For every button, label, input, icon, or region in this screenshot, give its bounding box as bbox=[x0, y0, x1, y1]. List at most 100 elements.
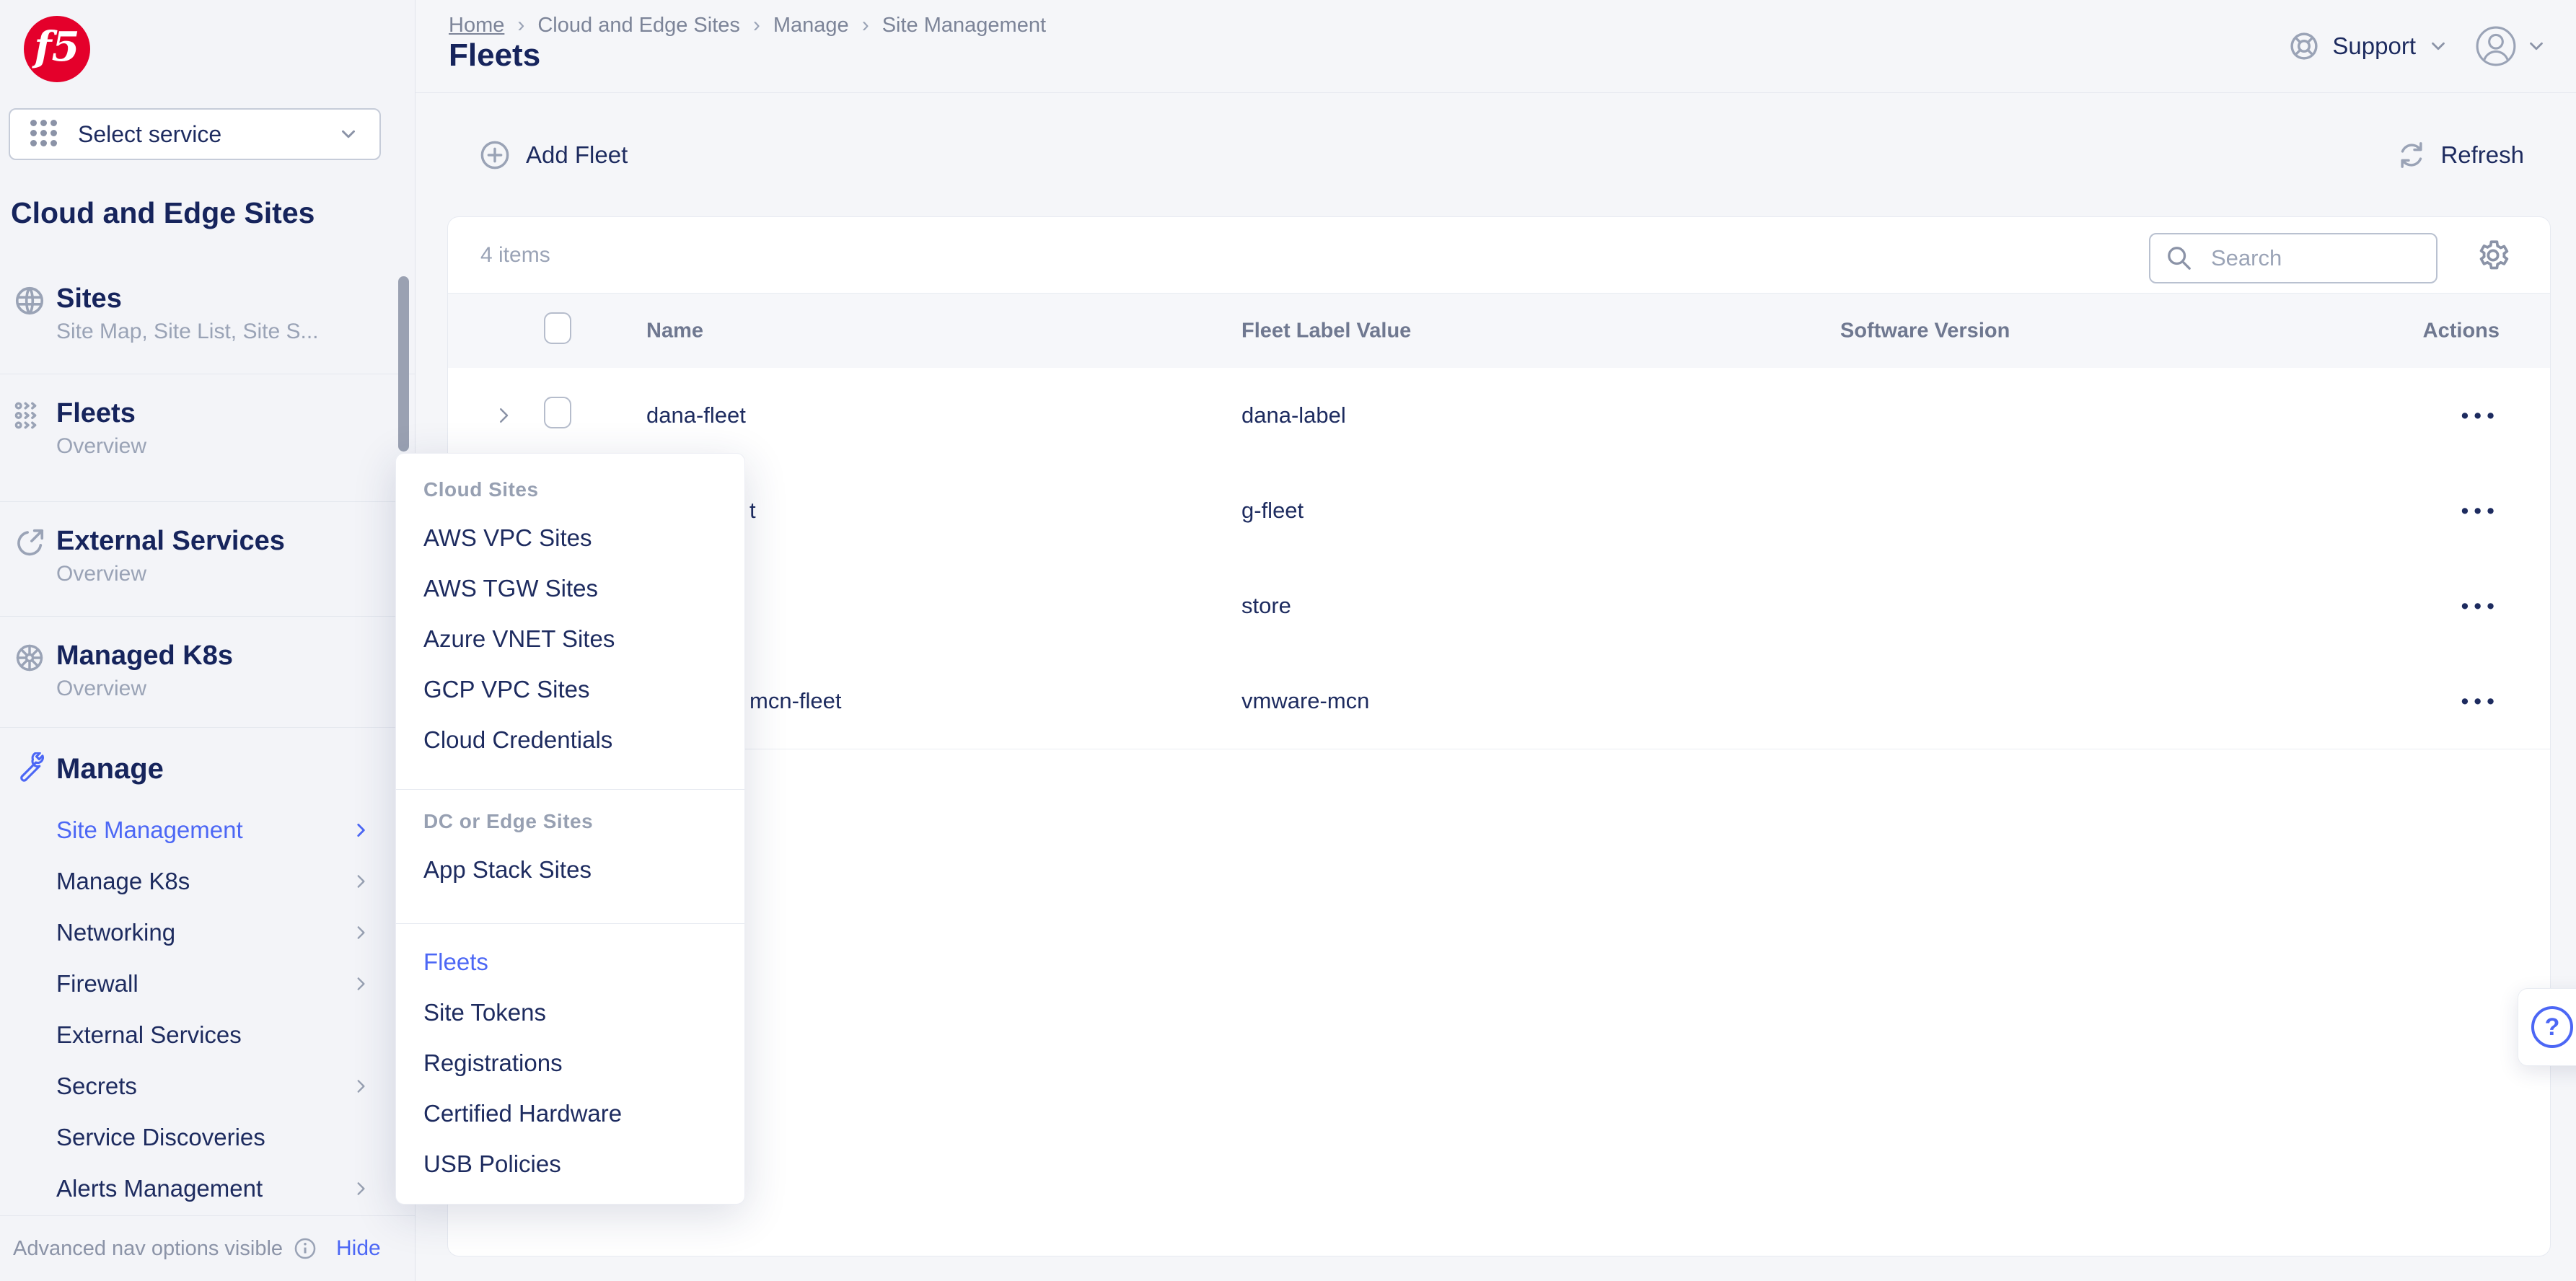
manage-item-label: Service Discoveries bbox=[56, 1124, 265, 1151]
f5-logo: f5 bbox=[24, 16, 90, 82]
add-fleet-button[interactable]: Add Fleet bbox=[478, 138, 628, 172]
avatar-icon bbox=[2475, 25, 2517, 67]
page-title: Fleets bbox=[449, 38, 540, 74]
chevron-right-icon bbox=[351, 1077, 370, 1096]
chevron-down-icon bbox=[2526, 35, 2547, 57]
sidebar-item-service-discoveries[interactable]: Service Discoveries bbox=[0, 1111, 415, 1163]
flyout-item-site-tokens[interactable]: Site Tokens bbox=[396, 987, 744, 1038]
breadcrumb-item-home[interactable]: Home bbox=[449, 14, 504, 38]
breadcrumb-item-site-management[interactable]: Site Management bbox=[882, 14, 1046, 38]
topbar-actions: Support bbox=[2287, 0, 2547, 92]
select-service-dropdown[interactable]: Select service bbox=[9, 108, 381, 160]
breadcrumb-separator-icon: › bbox=[862, 13, 869, 38]
flyout-item-aws-tgw-sites[interactable]: AWS TGW Sites bbox=[396, 563, 744, 614]
nav-item-title: External Services bbox=[56, 524, 400, 558]
apps-grid-icon bbox=[30, 120, 59, 149]
help-button[interactable]: ? bbox=[2518, 988, 2576, 1066]
flyout-item-fleets[interactable]: Fleets bbox=[396, 937, 744, 987]
cell-fleet-label-value: g-fleet bbox=[1241, 498, 1304, 524]
row-expand-chevron-icon[interactable] bbox=[493, 405, 514, 426]
flyout-item-registrations[interactable]: Registrations bbox=[396, 1038, 744, 1088]
table-row: t g-fleet ••• bbox=[448, 463, 2550, 559]
breadcrumb-item-manage[interactable]: Manage bbox=[773, 14, 849, 38]
flyout-item-app-stack-sites[interactable]: App Stack Sites bbox=[396, 845, 744, 895]
sidebar-item-fleets[interactable]: Fleets Overview bbox=[0, 374, 415, 502]
lifebuoy-icon bbox=[2287, 30, 2321, 63]
sidebar-item-managed-k8s[interactable]: Managed K8s Overview bbox=[0, 617, 415, 728]
refresh-button[interactable]: Refresh bbox=[2396, 139, 2524, 171]
flyout-item-certified-hardware[interactable]: Certified Hardware bbox=[396, 1088, 744, 1139]
column-header-name[interactable]: Name bbox=[646, 320, 703, 343]
support-menu[interactable]: Support bbox=[2287, 30, 2449, 63]
globe-icon bbox=[13, 284, 46, 317]
select-all-checkbox[interactable] bbox=[544, 312, 571, 344]
chevron-right-icon bbox=[351, 1179, 370, 1198]
row-actions-button[interactable]: ••• bbox=[2461, 595, 2500, 617]
flyout-item-usb-policies[interactable]: USB Policies bbox=[396, 1139, 744, 1189]
support-label: Support bbox=[2332, 32, 2416, 60]
row-actions-button[interactable]: ••• bbox=[2461, 690, 2500, 713]
nav-item-subtitle: Site Map, Site List, Site S... bbox=[56, 316, 400, 348]
site-management-flyout-menu: Cloud Sites AWS VPC Sites AWS TGW Sites … bbox=[395, 453, 745, 1205]
table-header-row: Name Fleet Label Value Software Version … bbox=[448, 293, 2550, 369]
flyout-item-azure-vnet-sites[interactable]: Azure VNET Sites bbox=[396, 614, 744, 664]
manage-section-header: Manage bbox=[0, 749, 164, 789]
sidebar-item-alerts-management[interactable]: Alerts Management bbox=[0, 1163, 415, 1214]
chevron-down-icon bbox=[338, 123, 359, 145]
account-menu[interactable] bbox=[2475, 25, 2547, 67]
breadcrumb-separator-icon: › bbox=[753, 13, 760, 38]
column-header-software-version[interactable]: Software Version bbox=[1840, 320, 2010, 343]
info-icon bbox=[293, 1236, 317, 1261]
table-row: store ••• bbox=[448, 558, 2550, 654]
manage-title: Manage bbox=[56, 753, 164, 785]
table-row: mcn-fleet vmware-mcn ••• bbox=[448, 653, 2550, 749]
external-services-icon bbox=[13, 527, 46, 560]
sidebar-footer: Advanced nav options visible Hide bbox=[0, 1215, 415, 1281]
sidebar-item-firewall[interactable]: Firewall bbox=[0, 958, 415, 1009]
manage-item-label: Secrets bbox=[56, 1073, 137, 1100]
flyout-item-aws-vpc-sites[interactable]: AWS VPC Sites bbox=[396, 513, 744, 563]
table-settings-gear-icon[interactable] bbox=[2475, 237, 2511, 273]
cell-name[interactable]: mcn-fleet bbox=[749, 688, 841, 714]
sidebar-section-title: Cloud and Edge Sites bbox=[11, 196, 315, 230]
nav-item-title: Managed K8s bbox=[56, 638, 400, 673]
manage-item-label: External Services bbox=[56, 1021, 242, 1049]
select-all-checkbox-cell bbox=[544, 312, 571, 350]
flyout-section-fleet-tools: Fleets Site Tokens Registrations Certifi… bbox=[396, 924, 744, 1207]
sidebar-item-external-services[interactable]: External Services Overview bbox=[0, 502, 415, 617]
breadcrumb-separator-icon: › bbox=[517, 13, 524, 38]
search-input[interactable] bbox=[2149, 233, 2437, 283]
items-count: 4 items bbox=[480, 243, 550, 268]
manage-item-label: Manage K8s bbox=[56, 868, 190, 895]
page-toolbar: Add Fleet Refresh bbox=[415, 93, 2576, 216]
sidebar-item-external-services-manage[interactable]: External Services bbox=[0, 1009, 415, 1060]
flyout-item-cloud-credentials[interactable]: Cloud Credentials bbox=[396, 715, 744, 765]
wrench-icon bbox=[14, 752, 48, 785]
sidebar-item-networking[interactable]: Networking bbox=[0, 907, 415, 958]
hide-link[interactable]: Hide bbox=[336, 1236, 381, 1261]
nav-item-subtitle: Overview bbox=[56, 673, 400, 705]
sidebar-item-secrets[interactable]: Secrets bbox=[0, 1060, 415, 1111]
flyout-section-header: DC or Edge Sites bbox=[396, 798, 744, 845]
k8s-wheel-icon bbox=[13, 641, 46, 674]
row-actions-button[interactable]: ••• bbox=[2461, 405, 2500, 427]
flyout-item-gcp-vpc-sites[interactable]: GCP VPC Sites bbox=[396, 664, 744, 715]
select-service-label: Select service bbox=[78, 121, 338, 148]
breadcrumb-item-cloud-and-edge-sites[interactable]: Cloud and Edge Sites bbox=[537, 14, 740, 38]
breadcrumb: Home › Cloud and Edge Sites › Manage › S… bbox=[449, 13, 1046, 38]
manage-item-label: Networking bbox=[56, 919, 175, 946]
flyout-section-header: Cloud Sites bbox=[396, 467, 744, 513]
sidebar-scrollbar-thumb[interactable] bbox=[398, 276, 409, 452]
column-header-fleet-label-value[interactable]: Fleet Label Value bbox=[1241, 320, 1411, 343]
sidebar-item-manage-k8s[interactable]: Manage K8s bbox=[0, 855, 415, 907]
nav-item-subtitle: Overview bbox=[56, 431, 400, 462]
sidebar-item-sites[interactable]: Sites Site Map, Site List, Site S... bbox=[0, 260, 415, 374]
chevron-down-icon bbox=[2427, 35, 2449, 57]
sidebar-item-site-management[interactable]: Site Management bbox=[0, 804, 415, 855]
cell-name[interactable]: t bbox=[749, 498, 756, 524]
row-actions-button[interactable]: ••• bbox=[2461, 500, 2500, 522]
cell-name[interactable]: dana-fleet bbox=[646, 402, 746, 428]
chevron-right-icon bbox=[351, 821, 370, 840]
sidebar-nav: Sites Site Map, Site List, Site S... Fle… bbox=[0, 260, 415, 728]
row-checkbox[interactable] bbox=[544, 397, 571, 428]
